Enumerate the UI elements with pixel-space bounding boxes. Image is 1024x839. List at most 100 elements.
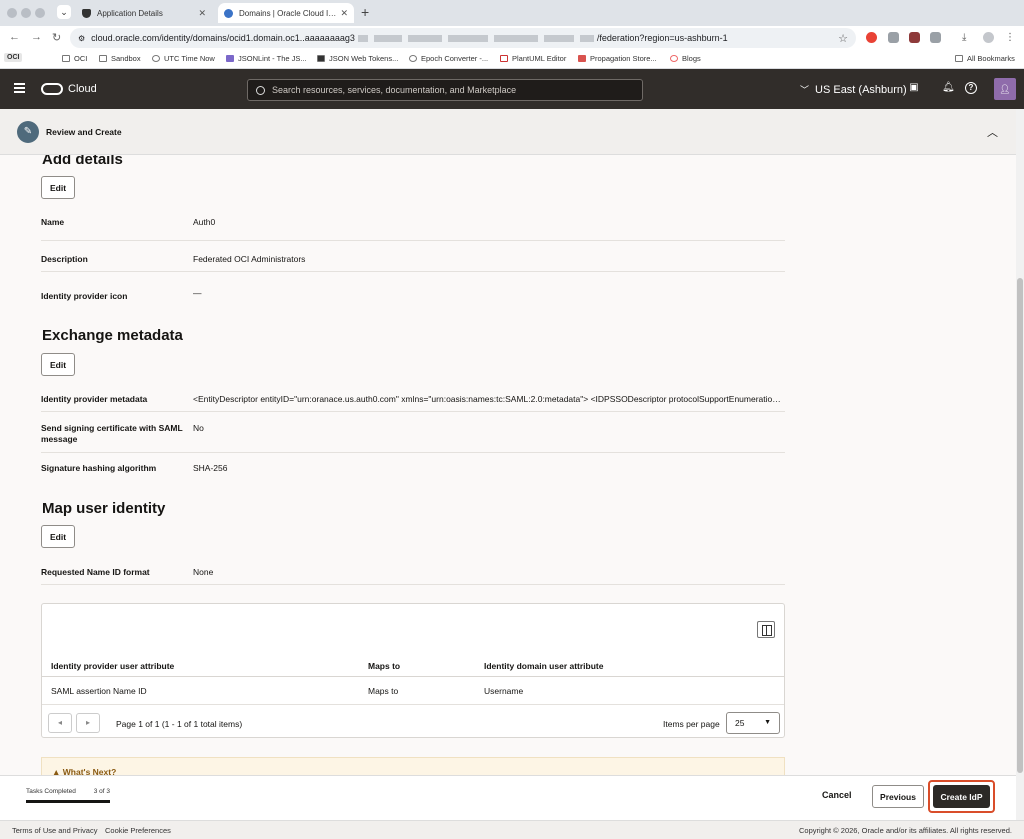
next-page-button[interactable]: ▸ — [76, 713, 100, 733]
section-title-add-details: Add details — [42, 155, 123, 168]
tab-search-icon[interactable]: ⌄ — [57, 5, 71, 19]
page-scrollbar-thumb[interactable] — [1017, 278, 1023, 773]
redacted-text — [373, 34, 402, 42]
url-suffix: /federation?region=us-ashburn-1 — [596, 33, 728, 43]
hamburger-menu-icon[interactable] — [14, 83, 25, 95]
create-idp-highlight: Create IdP — [928, 780, 995, 813]
redacted-text — [357, 34, 368, 42]
bookmark-utc[interactable]: UTC Time Now — [152, 54, 215, 63]
all-bookmarks[interactable]: All Bookmarks — [955, 54, 1015, 63]
column-header[interactable]: Identity provider user attribute — [51, 661, 174, 671]
jsonlint-icon — [226, 55, 234, 62]
url-field[interactable]: ⚙ cloud.oracle.com/identity/domains/ocid… — [70, 28, 856, 48]
bookmark-label: JSON Web Tokens... — [329, 54, 399, 63]
user-avatar[interactable]: 👤︎ — [994, 78, 1016, 100]
clock-icon — [409, 55, 417, 62]
caret-down-icon: ▼ — [764, 719, 771, 726]
bookmark-label: Blogs — [682, 54, 701, 63]
cloud-shell-icon[interactable]: ▣ — [908, 82, 920, 94]
items-per-page-label: Items per page — [663, 719, 720, 729]
detail-row: Signature hashing algorithm SHA-256 — [41, 453, 785, 481]
edit-exchange-metadata-button[interactable]: Edit — [41, 353, 75, 376]
bookmark-label: Propagation Store... — [590, 54, 657, 63]
clock-icon — [152, 55, 160, 62]
bookmark-oci[interactable]: OCI — [62, 54, 87, 63]
browser-tab-domains[interactable]: Domains | Oracle Cloud Infrast ✕ — [218, 3, 354, 23]
url-prefix: cloud.oracle.com/identity/domains/ocid1.… — [91, 33, 355, 43]
folder-icon — [62, 55, 70, 62]
product-name: Cloud — [68, 83, 97, 95]
more-menu-icon[interactable]: ⋮ — [1005, 32, 1016, 43]
oracle-logo[interactable] — [41, 83, 63, 95]
download-icon[interactable]: ⤓ — [962, 32, 973, 43]
redacted-text — [579, 34, 594, 42]
wizard-action-bar: Tasks Completed 3 of 3 Cancel Previous C… — [0, 775, 1016, 820]
help-icon[interactable]: ? — [965, 82, 977, 94]
forward-icon[interactable]: → — [31, 31, 42, 43]
tasks-completed: Tasks Completed 3 of 3 — [26, 788, 110, 795]
column-header[interactable]: Maps to — [368, 661, 400, 671]
browser-tab-application-details[interactable]: Application Details ✕ — [76, 3, 212, 23]
region-label: US East (Ashburn) — [815, 83, 907, 96]
reload-icon[interactable]: ↻ — [52, 31, 61, 44]
new-tab-icon[interactable]: + — [361, 4, 369, 20]
detail-value: Auth0 — [193, 217, 216, 227]
bookmark-plantuml[interactable]: PlantUML Editor — [500, 54, 566, 63]
detail-key: Signature hashing algorithm — [41, 463, 157, 473]
cookie-preferences-link[interactable]: Cookie Preferences — [105, 826, 171, 835]
table-header: Identity provider user attribute Maps to… — [42, 652, 784, 677]
bookmark-label: OCI — [74, 54, 88, 63]
global-search-input[interactable]: Search resources, services, documentatio… — [247, 79, 643, 101]
window-minimize-button[interactable] — [21, 8, 31, 18]
bookmark-epoch[interactable]: Epoch Converter -... — [409, 54, 488, 63]
window-close-button[interactable] — [7, 8, 17, 18]
review-content: Add details Edit Name Auth0 Description … — [0, 155, 1016, 775]
items-per-page-select[interactable]: 25 ▼ — [726, 712, 780, 734]
bookmark-label: Epoch Converter -... — [421, 54, 489, 63]
detail-row: Name Auth0 — [41, 203, 785, 241]
puzzle-icon[interactable] — [930, 32, 941, 43]
shield-icon — [82, 8, 91, 18]
tasks-progress-bar — [26, 800, 110, 803]
browser-address-bar: ← → ↻ ⚙ cloud.oracle.com/identity/domain… — [0, 26, 1024, 50]
create-idp-button[interactable]: Create IdP — [933, 785, 990, 808]
whats-next-title: What's Next? — [62, 767, 117, 775]
table-row: SAML assertion Name ID Maps to Username — [42, 677, 784, 705]
profile-icon[interactable] — [983, 32, 994, 43]
table-pagination: ◂ ▸ Page 1 of 1 (1 - 1 of 1 total items)… — [42, 705, 784, 737]
bookmark-blogs[interactable]: Blogs — [670, 54, 701, 63]
tab-title: Domains | Oracle Cloud Infrast — [239, 8, 336, 18]
detail-value: Federated OCI Administrators — [193, 254, 306, 264]
edit-add-details-button[interactable]: Edit — [41, 176, 75, 199]
region-selector[interactable]: ﹀ US East (Ashburn) — [800, 83, 907, 96]
tab-close-icon[interactable]: ✕ — [198, 8, 206, 19]
extension-icon[interactable] — [909, 32, 920, 43]
edit-map-identity-button[interactable]: Edit — [41, 525, 75, 548]
bell-icon[interactable]: 🔔︎ — [942, 82, 955, 94]
column-settings-icon[interactable] — [757, 621, 775, 638]
cancel-button[interactable]: Cancel — [822, 790, 852, 800]
detail-value: <EntityDescriptor entityID="urn:oranace.… — [193, 394, 783, 404]
previous-button[interactable]: Previous — [872, 785, 924, 808]
window-zoom-button[interactable] — [35, 8, 45, 18]
detail-row: Requested Name ID format None — [41, 553, 785, 585]
bookmark-propagation[interactable]: Propagation Store... — [578, 54, 657, 63]
propagation-icon — [578, 55, 586, 62]
site-info-icon[interactable]: ⚙ — [78, 34, 85, 43]
tab-close-icon[interactable]: ✕ — [340, 8, 348, 19]
detail-row: Description Federated OCI Administrators — [41, 241, 785, 272]
bookmark-sandbox[interactable]: Sandbox — [99, 54, 141, 63]
folder-icon — [99, 55, 107, 62]
bookmark-jwt[interactable]: JSON Web Tokens... — [317, 54, 398, 63]
terms-link[interactable]: Terms of Use and Privacy — [12, 826, 97, 835]
bookmark-jsonlint[interactable]: JSONLint - The JS... — [226, 54, 307, 63]
oci-badge[interactable]: OCI — [4, 53, 23, 62]
detail-value: No — [193, 423, 204, 433]
column-header[interactable]: Identity domain user attribute — [484, 661, 604, 671]
bookmark-star-icon[interactable]: ☆ — [838, 32, 848, 45]
previous-page-button[interactable]: ◂ — [48, 713, 72, 733]
extension-icon[interactable] — [888, 32, 899, 43]
back-icon[interactable]: ← — [9, 31, 20, 43]
extension-icon[interactable] — [866, 32, 877, 43]
chevron-up-icon[interactable]: ︿ — [987, 124, 998, 140]
